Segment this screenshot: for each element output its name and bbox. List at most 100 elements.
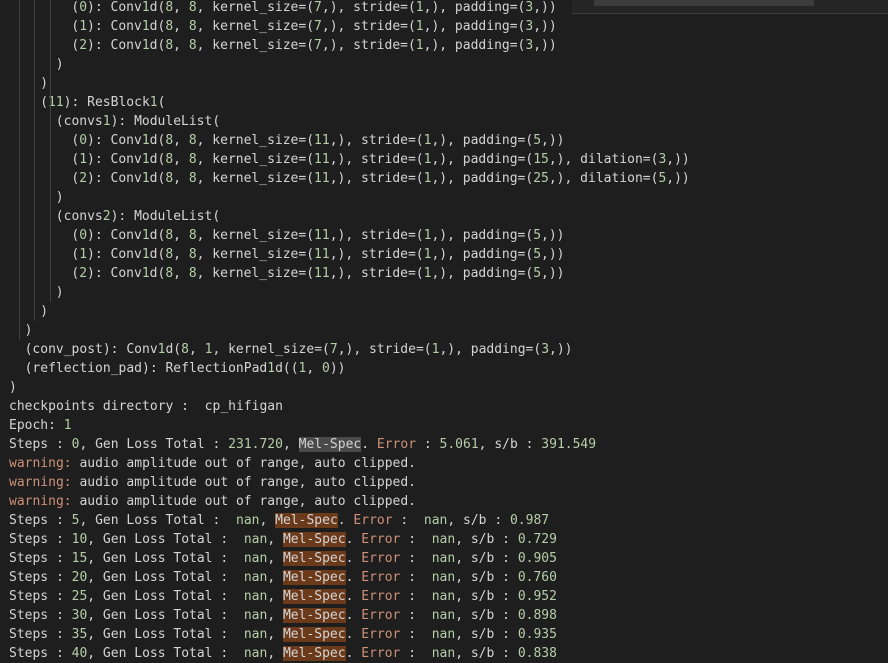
gen-loss-label: , Gen Loss Total :	[87, 608, 236, 623]
code-line-text: )	[25, 323, 33, 338]
mel-spec-match: Mel-Spec	[282, 570, 346, 585]
code-line-text: checkpoints directory : cp_hifigan	[9, 399, 283, 414]
log-step-line: Steps : 0, Gen Loss Total : 231.720, Mel…	[9, 435, 596, 454]
code-number: 1	[79, 19, 88, 34]
code-text: ,), padding=(	[431, 247, 534, 262]
gen-loss-value: nan	[236, 570, 268, 585]
code-text: Epoch:	[9, 418, 64, 433]
code-number: 0	[322, 361, 330, 376]
sb-label: , s/b :	[455, 551, 518, 566]
code-line-text: (1): Conv1d(8, 8, kernel_size=(7,), stri…	[71, 19, 556, 34]
code-text: , kernel_size=(	[196, 247, 315, 262]
log-line: (1): Conv1d(8, 8, kernel_size=(11,), str…	[71, 150, 689, 169]
code-number: 8	[188, 38, 197, 53]
steps-label: Steps :	[9, 513, 72, 528]
code-text: ,), stride=(	[329, 228, 424, 243]
code-number: 8	[165, 266, 174, 281]
error-value: nan	[423, 608, 456, 623]
code-text: d(	[149, 152, 166, 167]
code-text: ): Conv	[87, 38, 142, 53]
separator: :	[400, 570, 424, 585]
code-number: 8	[165, 0, 174, 15]
code-line-text: (convs1): ModuleList(	[56, 114, 220, 129]
code-number: 1	[415, 38, 424, 53]
code-text: ): Conv	[87, 171, 142, 186]
code-line-text: (2): Conv1d(8, 8, kernel_size=(11,), str…	[71, 266, 564, 281]
terminal-output[interactable]: (0): Conv1d(8, 8, kernel_size=(7,), stri…	[0, 0, 888, 661]
log-line: )	[56, 283, 64, 302]
code-number: 1	[415, 0, 424, 15]
code-text: ): Conv	[87, 247, 142, 262]
find-widget[interactable]	[572, 0, 888, 14]
code-text: ,))	[541, 247, 565, 262]
code-number: 8	[165, 247, 174, 262]
code-number: 5	[533, 266, 542, 281]
gen-loss-value: nan	[236, 589, 268, 604]
code-line-text: )	[56, 57, 64, 72]
find-input[interactable]	[594, 0, 814, 6]
mel-spec-match: Mel-Spec	[282, 551, 346, 566]
code-number: 1	[79, 152, 88, 167]
code-number: 8	[188, 171, 197, 186]
separator: .	[345, 627, 362, 642]
code-text: ): ResBlock	[63, 95, 150, 110]
code-number: 8	[165, 171, 174, 186]
code-number: 1	[141, 171, 150, 186]
log-line: (2): Conv1d(8, 8, kernel_size=(11,), str…	[71, 264, 564, 283]
code-text: ,))	[666, 171, 690, 186]
code-text: , kernel_size=(	[196, 171, 315, 186]
code-number: 8	[165, 152, 174, 167]
code-text: ): Conv	[87, 152, 142, 167]
code-number: 1	[415, 19, 424, 34]
code-number: 5	[533, 228, 542, 243]
separator: ,	[267, 570, 283, 585]
code-line-text: Epoch: 1	[9, 418, 72, 433]
step-number: 25	[71, 589, 88, 604]
code-number: 8	[165, 228, 174, 243]
code-number: 11	[314, 266, 330, 281]
separator: ,	[282, 437, 299, 452]
log-line: Epoch: 1	[9, 416, 72, 435]
step-number: 20	[71, 570, 88, 585]
steps-label: Steps :	[9, 627, 72, 642]
code-text: checkpoints directory : cp_hifigan	[9, 399, 283, 414]
log-line: )	[9, 378, 17, 397]
code-line-text: (2): Conv1d(8, 8, kernel_size=(11,), str…	[71, 171, 689, 186]
code-text: ,), padding=(	[431, 228, 534, 243]
separator: ,	[267, 589, 283, 604]
code-text: ,), stride=(	[329, 133, 424, 148]
code-line-text: (0): Conv1d(8, 8, kernel_size=(11,), str…	[71, 133, 564, 148]
code-text: ,	[306, 361, 323, 376]
separator: :	[400, 532, 424, 547]
indent-guide	[18, 0, 20, 340]
sb-value: 0.905	[517, 551, 557, 566]
code-number: 1	[141, 38, 150, 53]
code-text: , kernel_size=(	[196, 133, 315, 148]
code-number: 7	[314, 19, 322, 34]
code-text: ,))	[533, 19, 557, 34]
error-label: Error	[361, 532, 401, 547]
log-line: (2): Conv1d(8, 8, kernel_size=(11,), str…	[71, 169, 689, 188]
separator: ,	[267, 627, 283, 642]
code-number: 1	[267, 361, 276, 376]
code-text: ,), stride=(	[337, 342, 432, 357]
log-step-line: Steps : 10, Gen Loss Total : nan, Mel-Sp…	[9, 530, 557, 549]
code-text: ): Conv	[87, 266, 142, 281]
code-text: , kernel_size=(	[196, 266, 315, 281]
code-text: ,), stride=(	[321, 0, 416, 15]
separator: :	[416, 437, 440, 452]
code-text: )	[40, 304, 49, 319]
warning-text: audio amplitude out of range, auto clipp…	[71, 456, 416, 471]
code-text: ): Conv	[87, 133, 142, 148]
separator: ,	[267, 551, 283, 566]
code-text: , kernel_size=(	[196, 228, 315, 243]
sb-label: , s/b :	[455, 608, 518, 623]
separator: :	[400, 589, 424, 604]
code-number: 3	[541, 342, 550, 357]
step-number: 35	[71, 627, 88, 642]
sb-label: , s/b :	[455, 570, 518, 585]
step-number: 15	[71, 551, 88, 566]
separator: :	[400, 608, 424, 623]
code-text: (convs	[55, 114, 103, 129]
log-line: )	[40, 74, 48, 93]
